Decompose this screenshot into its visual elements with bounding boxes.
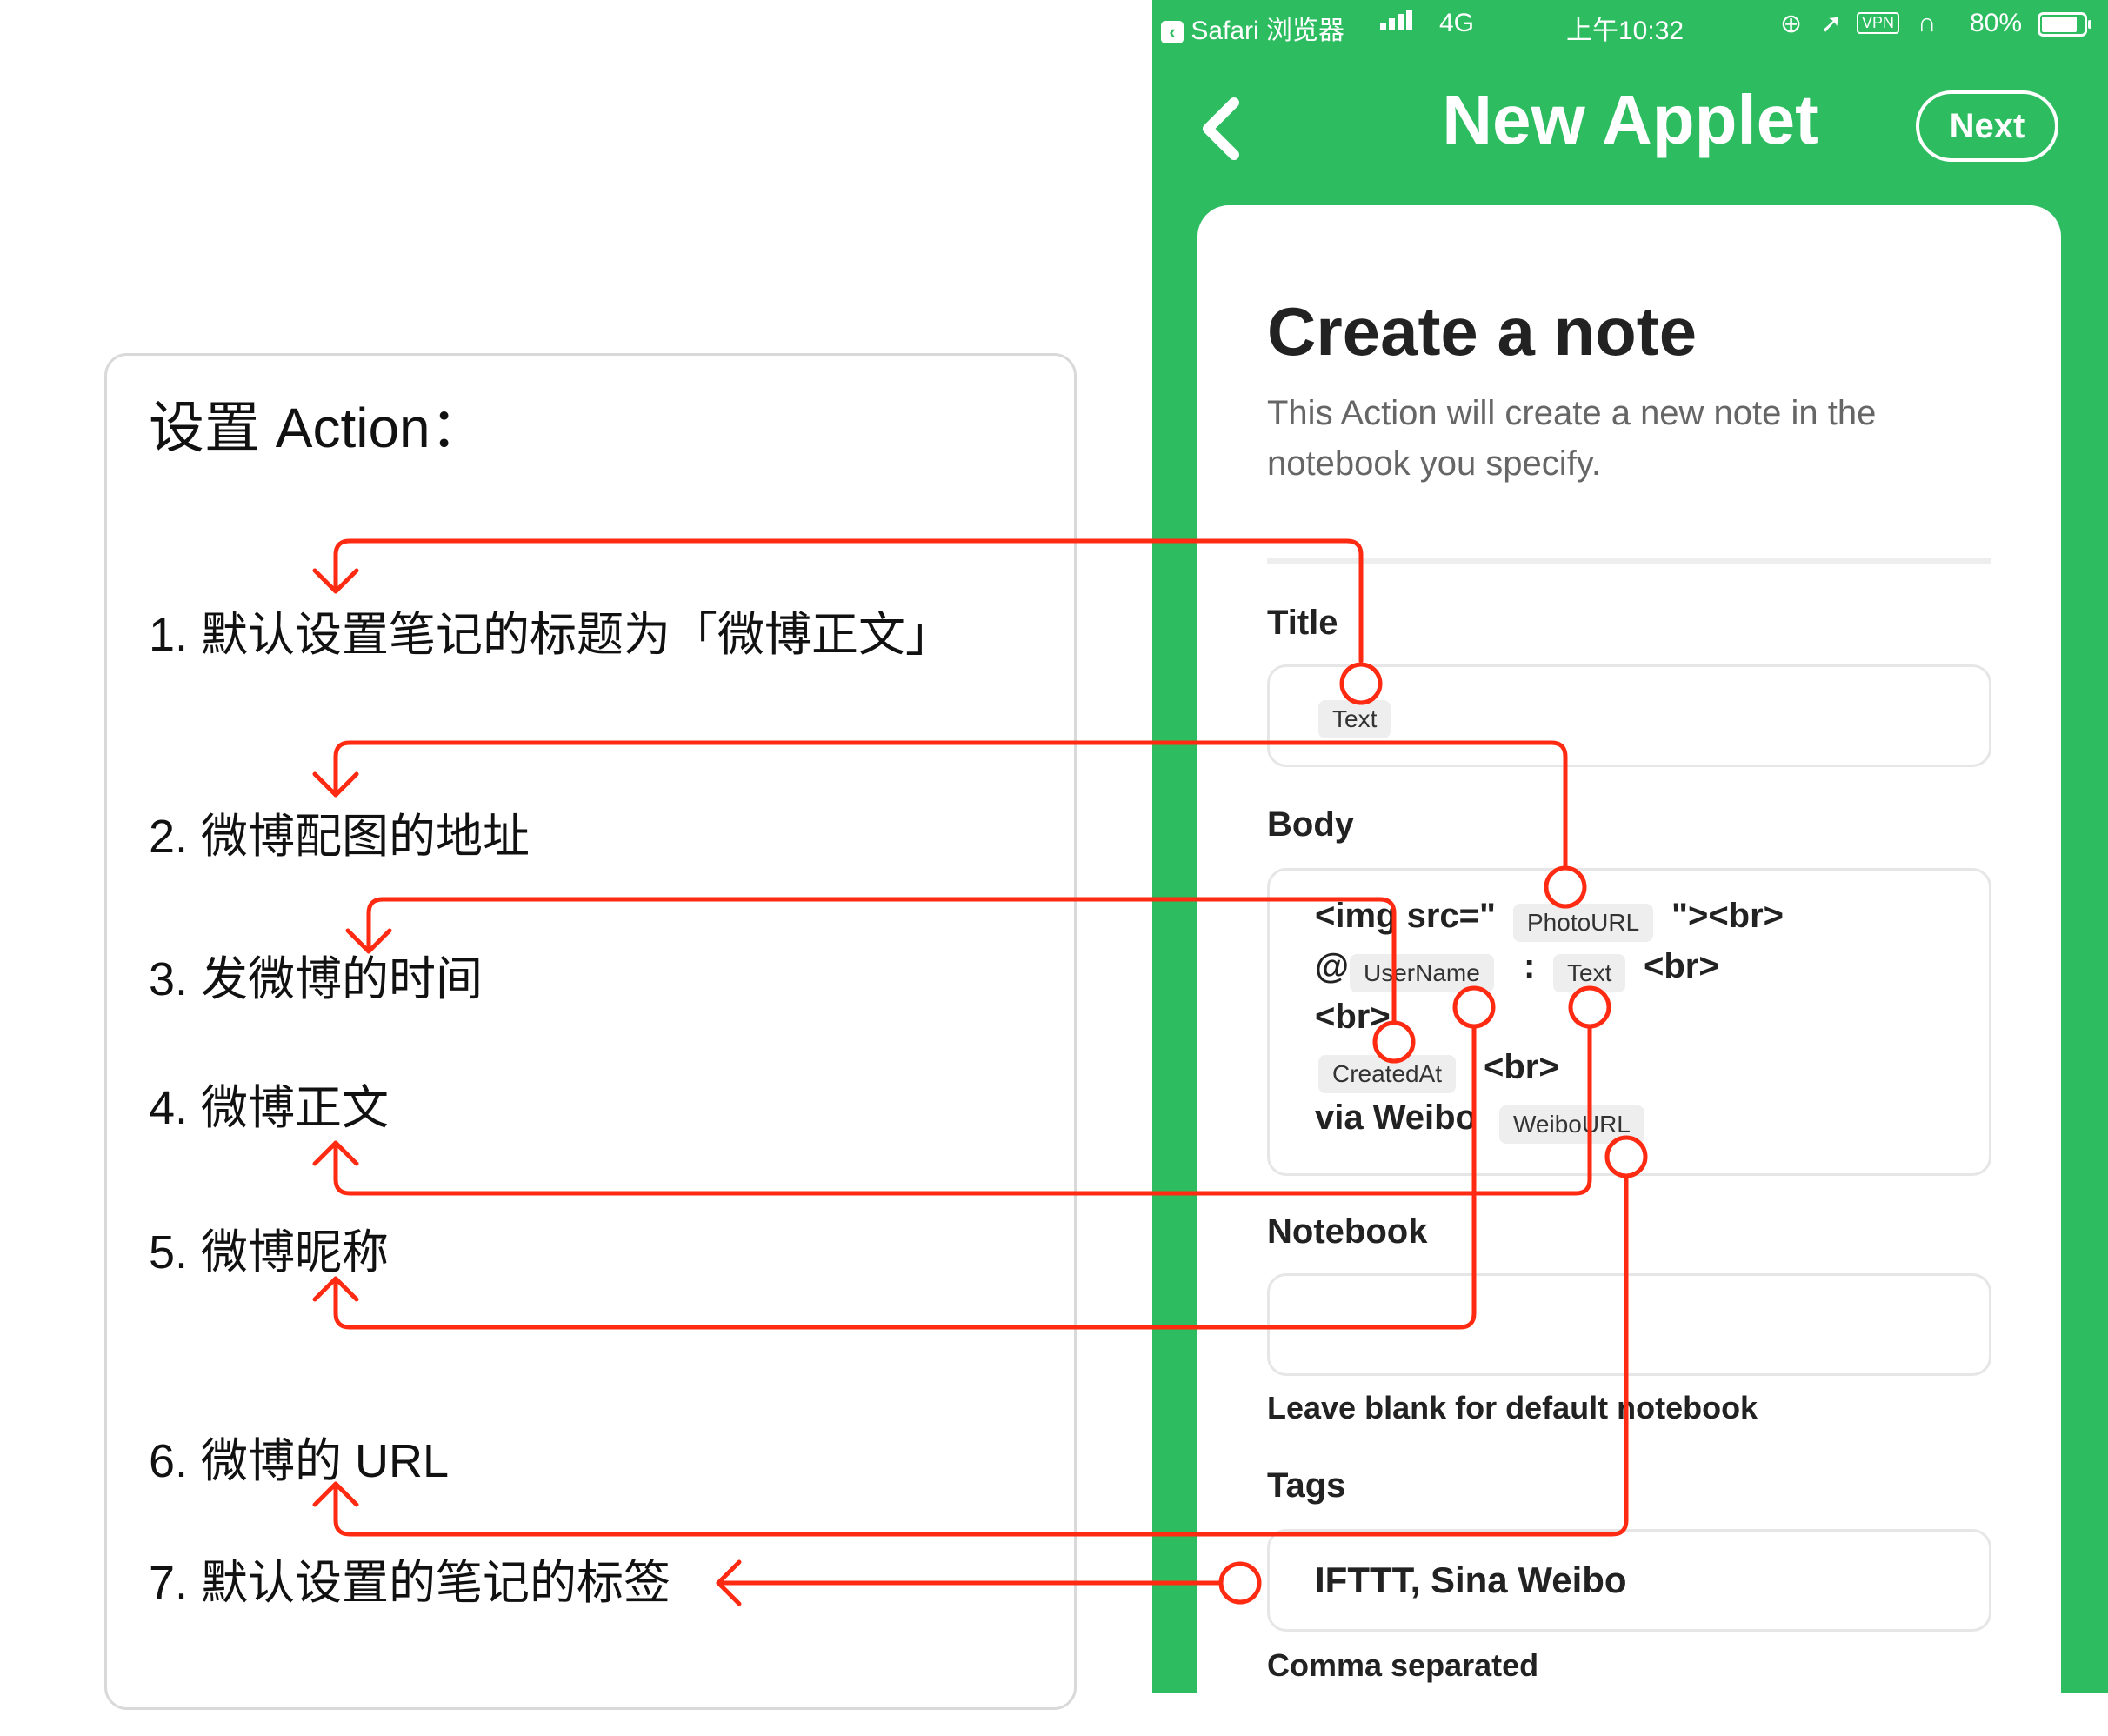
notebook-field-label: Notebook (1267, 1212, 1428, 1251)
notebook-helper: Leave blank for default notebook (1267, 1390, 1758, 1426)
annotation-heading: 设置 Action： (149, 397, 486, 459)
note-6: 6. 微博的 URL (149, 1435, 450, 1487)
title-field-label: Title (1267, 604, 1338, 642)
tags-value: IFTTT, Sina Weibo (1315, 1559, 1627, 1600)
note-4: 4. 微博正文 (149, 1082, 390, 1134)
br-text: <br> (1315, 998, 1391, 1036)
note-5: 5. 微博昵称 (149, 1226, 390, 1279)
img-close-text: "><br> (1671, 897, 1784, 935)
action-card: Create a note This Action will create a … (1197, 205, 2061, 1736)
notebook-field[interactable] (1267, 1273, 1991, 1376)
card-title: Create a note (1267, 293, 1698, 370)
status-time: 上午10:32 (1566, 17, 1684, 45)
back-app-icon: ‹ (1161, 21, 1184, 44)
body-field[interactable]: <img src=" PhotoURL "><br> @ UserName : … (1267, 868, 1991, 1176)
text-ingredient-body[interactable]: Text (1553, 954, 1626, 992)
title-field[interactable]: Text (1267, 664, 1991, 767)
vpn-badge: VPN (1857, 12, 1900, 34)
tags-helper: Comma separated (1267, 1647, 1539, 1683)
orientation-lock-icon: ⊕ (1780, 10, 1803, 38)
back-to-app-link[interactable]: ‹ Safari 浏览器 (1161, 9, 1344, 47)
body-field-label: Body (1267, 805, 1354, 844)
via-weibo-text: via Weibo (1315, 1098, 1477, 1137)
weibo-url-ingredient[interactable]: WeiboURL (1499, 1105, 1644, 1144)
br-text: <br> (1484, 1048, 1559, 1086)
photo-url-ingredient[interactable]: PhotoURL (1513, 904, 1654, 942)
colon-text: : (1524, 947, 1536, 985)
text-ingredient[interactable]: Text (1318, 700, 1391, 738)
created-at-ingredient[interactable]: CreatedAt (1318, 1055, 1457, 1093)
tags-field-label: Tags (1267, 1466, 1346, 1505)
note-2: 2. 微博配图的地址 (149, 811, 530, 863)
at-symbol: @ (1315, 947, 1350, 985)
note-7: 7. 默认设置的笔记的标签 (149, 1557, 671, 1609)
user-name-ingredient[interactable]: UserName (1350, 954, 1494, 992)
battery-percent: 80% (1970, 9, 2023, 37)
next-button[interactable]: Next (1916, 90, 2058, 162)
status-bar: ‹ Safari 浏览器 4G 上午10:32 ⊕ ➚ VPN ∩ 80% (1152, 0, 2108, 49)
card-description: This Action will create a new note in th… (1267, 394, 1877, 483)
annotation-panel: 设置 Action： 1. 默认设置笔记的标题为「微博正文」 2. 微博配图的地… (104, 353, 1077, 1710)
battery-icon (2038, 12, 2093, 43)
network-type: 4G (1439, 9, 1475, 37)
location-icon: ➚ (1820, 10, 1843, 38)
note-3: 3. 发微博的时间 (149, 953, 484, 1005)
signal-icon (1380, 9, 1420, 38)
headphones-icon: ∩ (1918, 9, 1937, 37)
phone-screen: ‹ Safari 浏览器 4G 上午10:32 ⊕ ➚ VPN ∩ 80% Ne… (1152, 0, 2108, 1736)
tags-field[interactable]: IFTTT, Sina Weibo (1267, 1529, 1991, 1632)
img-open-text: <img src=" (1315, 897, 1496, 935)
note-1: 1. 默认设置笔记的标题为「微博正文」 (149, 609, 953, 661)
br-text: <br> (1644, 947, 1719, 985)
divider (1267, 558, 1991, 564)
